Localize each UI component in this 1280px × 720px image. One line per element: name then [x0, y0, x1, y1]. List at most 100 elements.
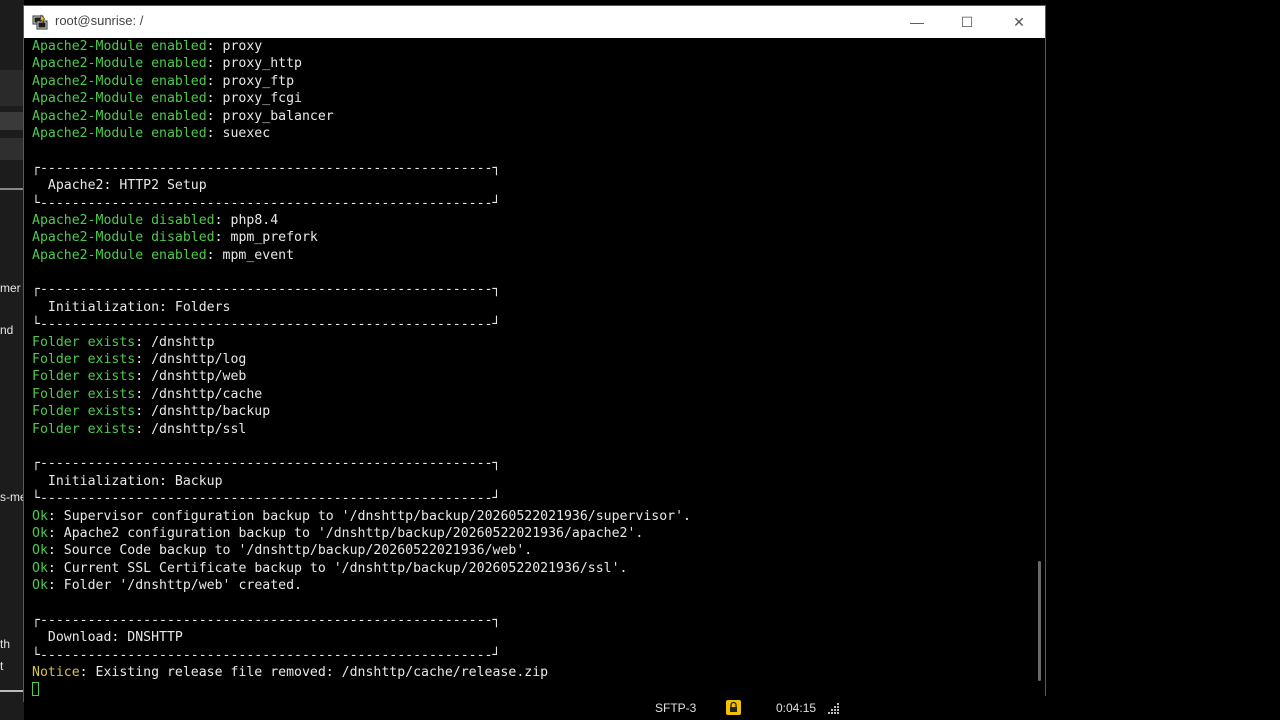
status-keyword: Apache2-Module disabled [32, 230, 215, 246]
status-keyword: Apache2-Module disabled [32, 212, 215, 228]
terminal-output[interactable]: Apache2-Module enabled: proxy Apache2-Mod… [32, 38, 1026, 700]
session-timer: 0:04:15 [776, 701, 817, 715]
status-keyword: Folder exists [32, 334, 136, 350]
window-title: root@sunrise: / [55, 13, 144, 28]
status-keyword: Ok [32, 508, 48, 524]
line-text: : Source Code backup to '/dnshttp/backup… [47, 543, 533, 559]
terminal-line: Ok: Source Code backup to '/dnshttp/back… [32, 542, 1026, 559]
terminal-line: Folder exists: /dnshttp/backup [32, 403, 1026, 420]
terminal-line: ┌---------------------------------------… [32, 160, 1026, 177]
terminal-line: Apache2-Module enabled: proxy_fcgi [32, 90, 1026, 107]
terminal-line: └---------------------------------------… [32, 490, 1026, 507]
terminal-line: Apache2-Module enabled: proxy_ftp [32, 73, 1026, 90]
maximize-icon: ☐ [960, 13, 974, 30]
terminal-line: Initialization: Folders [32, 299, 1026, 316]
terminal-line: ┌---------------------------------------… [32, 455, 1026, 472]
status-keyword: Ok [32, 525, 48, 541]
line-text: : proxy [206, 39, 263, 54]
lock-icon[interactable] [726, 700, 741, 715]
status-keyword: Folder exists [32, 386, 136, 402]
line-text: : proxy_ftp [206, 73, 295, 89]
terminal-line: Notice: Existing release file removed: /… [32, 664, 1026, 681]
terminal-line: Apache2-Module disabled: mpm_prefork [32, 229, 1026, 246]
line-text: ┌---------------------------------------… [32, 160, 501, 176]
terminal-line: └---------------------------------------… [32, 195, 1026, 212]
line-text: └---------------------------------------… [32, 647, 501, 663]
line-text: : mpm_prefork [214, 230, 318, 246]
status-keyword: Apache2-Module enabled [32, 125, 207, 141]
terminal-line: Apache2: HTTP2 Setup [32, 177, 1026, 194]
line-text: : Folder '/dnshttp/web' created. [47, 578, 302, 594]
line-text: : mpm_event [206, 247, 295, 263]
line-text: : Existing release file removed: /dnshtt… [79, 665, 549, 681]
line-text: └---------------------------------------… [32, 317, 501, 333]
line-text: : /dnshttp/log [135, 352, 247, 368]
status-keyword: Folder exists [32, 421, 136, 437]
terminal-line: Folder exists: /dnshttp/log [32, 351, 1026, 368]
text-cursor [32, 682, 39, 697]
terminal-scrollbar[interactable] [1038, 561, 1041, 681]
terminal-line: Apache2-Module enabled: proxy_http [32, 55, 1026, 72]
status-keyword: Apache2-Module enabled [32, 39, 207, 54]
terminal-line: Folder exists: /dnshttp/web [32, 368, 1026, 385]
background-toolbar [0, 70, 24, 106]
background-text-fragment: th [0, 637, 11, 651]
terminal-line: Folder exists: /dnshttp/ssl [32, 421, 1026, 438]
background-text-fragment: nd [0, 323, 14, 337]
terminal-line: Ok: Current SSL Certificate backup to '/… [32, 560, 1026, 577]
line-text: Initialization: Folders [32, 299, 231, 315]
line-text: Initialization: Backup [32, 473, 223, 489]
line-text: Apache2: HTTP2 Setup [32, 178, 207, 194]
terminal-line: └---------------------------------------… [32, 647, 1026, 664]
background-text-fragment: t [0, 659, 4, 673]
terminal-line: Apache2-Module enabled: mpm_event [32, 247, 1026, 264]
status-keyword: Folder exists [32, 404, 136, 420]
status-keyword: Folder exists [32, 369, 136, 385]
background-divider [0, 188, 24, 190]
minimize-button[interactable]: — [894, 6, 940, 38]
terminal-line: Ok: Apache2 configuration backup to '/dn… [32, 525, 1026, 542]
line-text: : Current SSL Certificate backup to '/dn… [47, 560, 628, 576]
line-text: : proxy_balancer [206, 108, 334, 124]
terminal-line: Apache2-Module enabled: proxy_balancer [32, 108, 1026, 125]
status-keyword: Ok [32, 543, 48, 559]
session-label[interactable]: SFTP-3 [655, 697, 696, 719]
notice-keyword: Notice [32, 665, 80, 681]
terminal-line: Folder exists: /dnshttp [32, 334, 1026, 351]
background-folder-bar [0, 112, 24, 130]
line-text: : proxy_http [206, 56, 302, 72]
line-text: : /dnshttp/ssl [135, 421, 247, 437]
terminal-line: Ok: Supervisor configuration backup to '… [32, 508, 1026, 525]
line-text: : /dnshttp/cache [135, 386, 263, 402]
close-icon: ✕ [1013, 13, 1025, 30]
line-text: └---------------------------------------… [32, 195, 501, 211]
terminal-line: Folder exists: /dnshttp/cache [32, 386, 1026, 403]
terminal-line: ┌---------------------------------------… [32, 281, 1026, 298]
desktop-background [1046, 0, 1280, 720]
status-keyword: Apache2-Module enabled [32, 91, 207, 107]
close-button[interactable]: ✕ [996, 6, 1042, 38]
maximize-button[interactable]: ☐ [944, 6, 990, 38]
terminal-window[interactable]: root@sunrise: / — ☐ ✕ Apache2-Module ena… [23, 5, 1046, 702]
line-text: └---------------------------------------… [32, 491, 501, 507]
line-text: : /dnshttp/backup [135, 404, 271, 420]
line-text: : /dnshttp/web [135, 369, 247, 385]
terminal-line: Ok: Folder '/dnshttp/web' created. [32, 577, 1026, 594]
line-text: : suexec [206, 125, 271, 141]
background-app-window: mer nd s-me th t [0, 0, 27, 720]
line-text: : Supervisor configuration backup to '/d… [47, 508, 691, 524]
resize-grip-icon[interactable] [828, 702, 840, 714]
line-text: : proxy_fcgi [206, 91, 302, 107]
background-divider [0, 690, 24, 692]
putty-icon[interactable] [32, 14, 48, 30]
line-text: ┌---------------------------------------… [32, 456, 501, 472]
status-keyword: Folder exists [32, 352, 136, 368]
terminal-line: Apache2-Module disabled: php8.4 [32, 212, 1026, 229]
minimize-icon: — [910, 14, 924, 30]
line-text: : php8.4 [214, 212, 279, 228]
status-keyword: Ok [32, 560, 48, 576]
terminal-line: Download: DNSHTTP [32, 629, 1026, 646]
title-bar[interactable]: root@sunrise: / — ☐ ✕ [24, 6, 1045, 38]
